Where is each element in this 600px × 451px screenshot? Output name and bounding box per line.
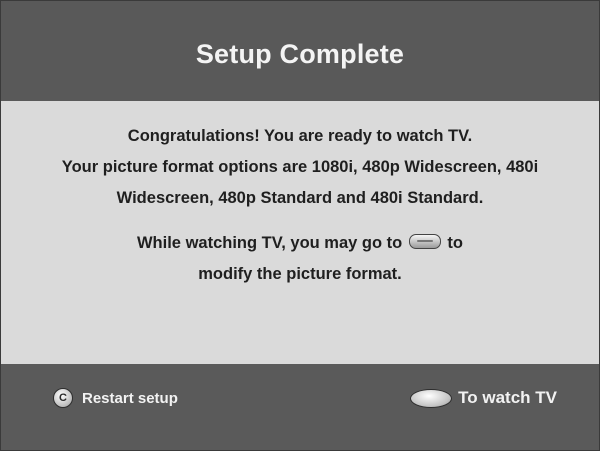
format-hint: While watching TV, you may go to to modi… xyxy=(1,228,599,290)
hint-text-before: While watching TV, you may go to xyxy=(136,234,403,252)
message-line: Congratulations! You are ready to watch … xyxy=(127,127,473,145)
setup-screen: Setup Complete Congratulations! You are … xyxy=(0,0,600,451)
watch-tv-button[interactable]: To watch TV xyxy=(410,388,557,408)
message-panel: Congratulations! You are ready to watch … xyxy=(1,101,599,364)
restart-label: Restart setup xyxy=(82,389,178,407)
restart-setup-button[interactable]: C Restart setup xyxy=(53,388,178,408)
hint-line-2: modify the picture format. xyxy=(198,265,402,283)
header-bar: Setup Complete xyxy=(1,1,599,101)
message-line: Your picture format options are 1080i, 4… xyxy=(61,158,539,176)
format-button-icon xyxy=(408,234,441,249)
page-title: Setup Complete xyxy=(195,38,405,69)
message-line: Widescreen, 480p Standard and 480i Stand… xyxy=(116,189,484,207)
footer-bar: C Restart setup To watch TV xyxy=(1,364,599,450)
congratulations-message: Congratulations! You are ready to watch … xyxy=(1,101,599,214)
select-button-icon xyxy=(410,388,453,408)
c-button-icon: C xyxy=(53,388,73,408)
hint-line: While watching TV, you may go to to xyxy=(1,228,599,259)
watch-label: To watch TV xyxy=(458,388,557,407)
hint-text-after: to xyxy=(447,234,463,252)
